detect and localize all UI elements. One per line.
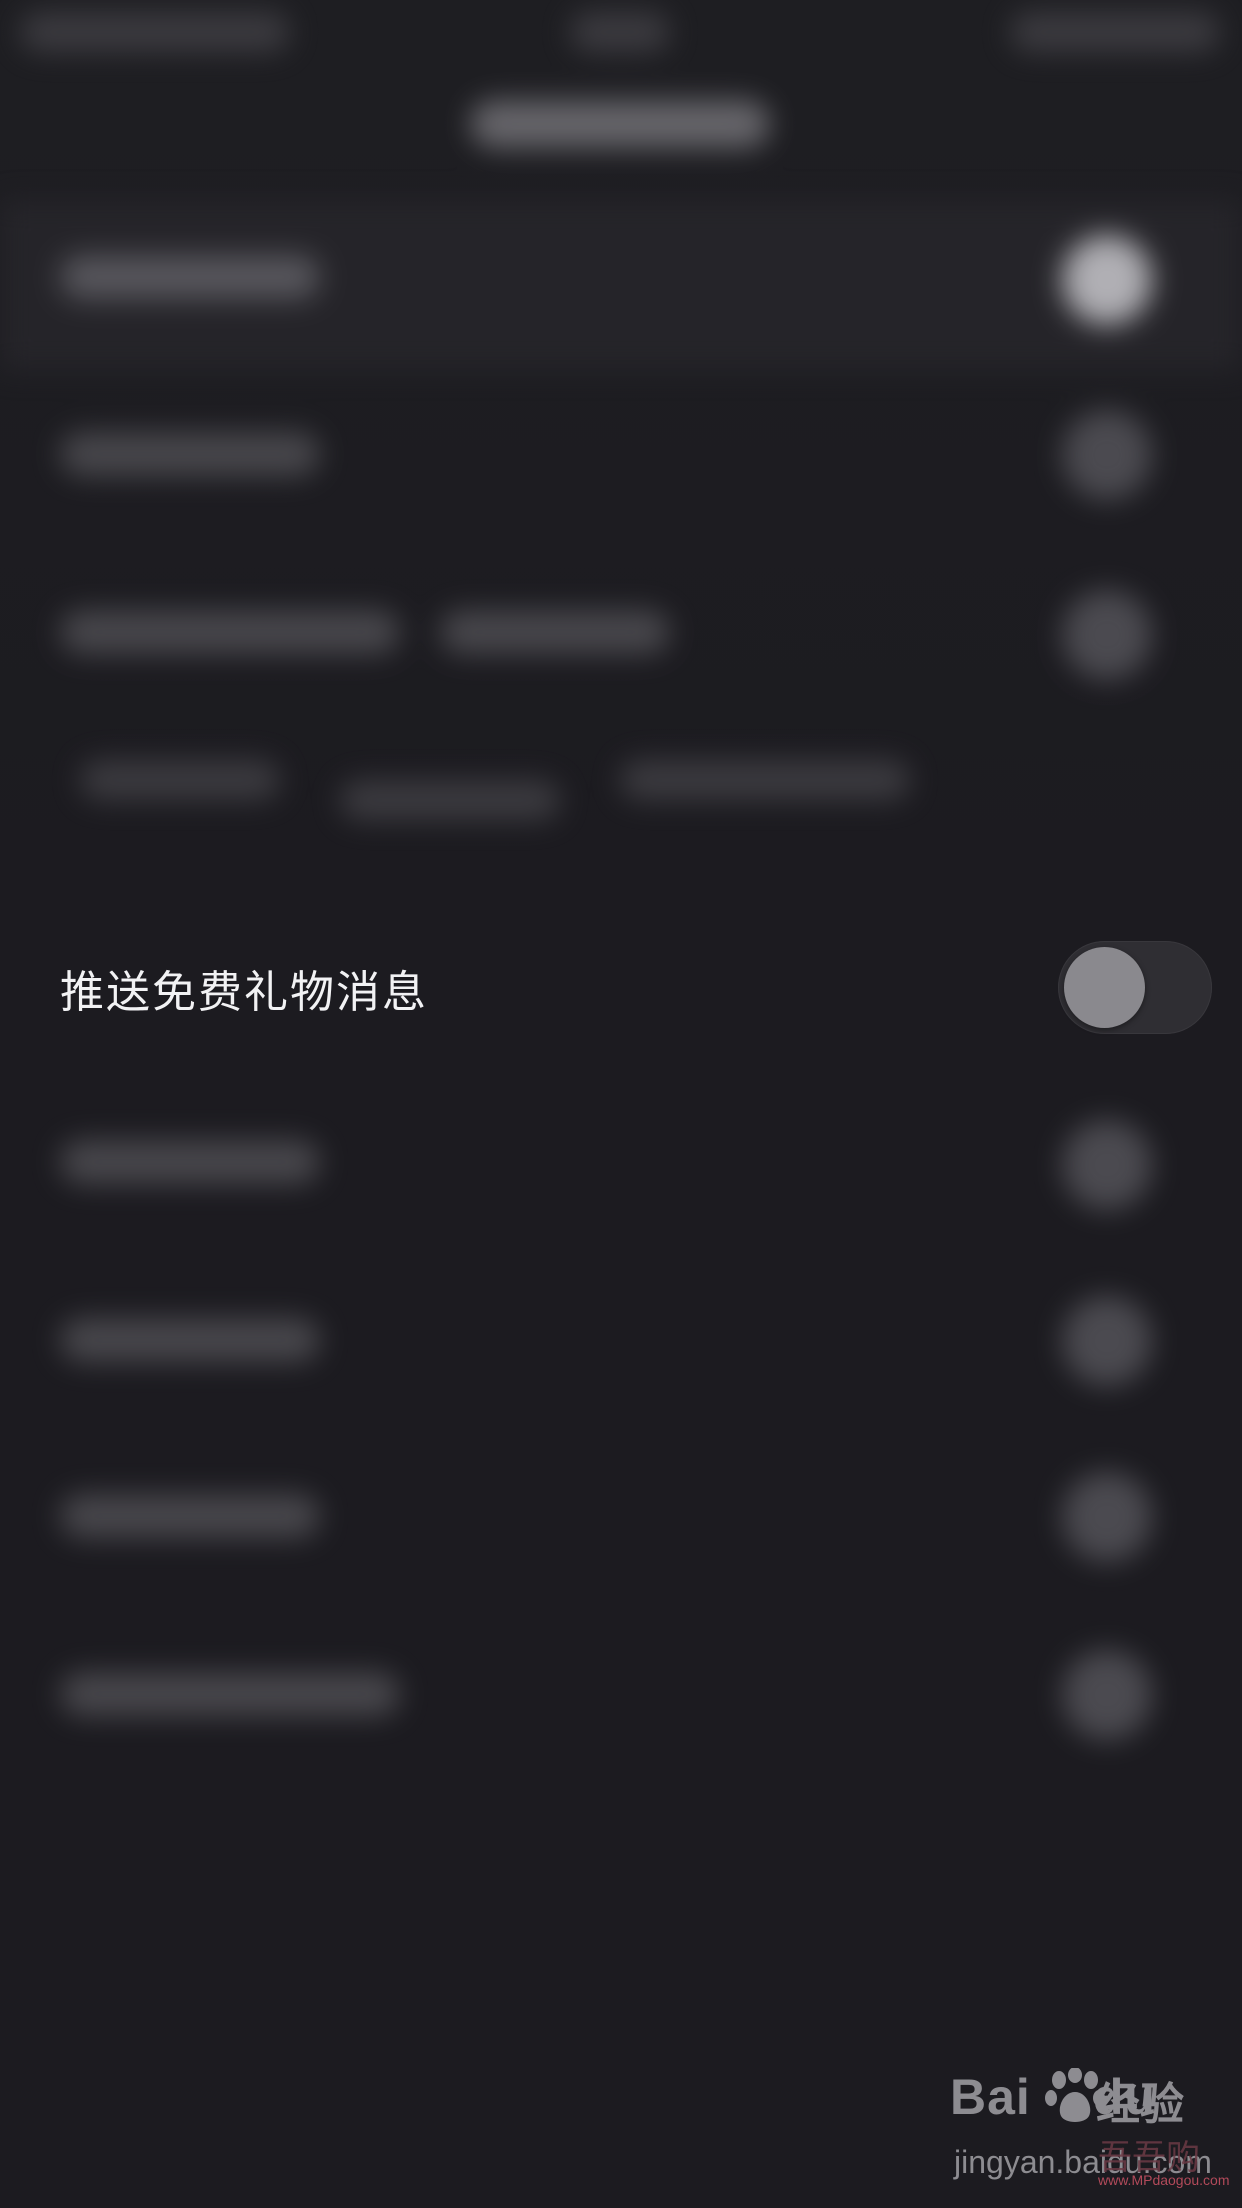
- blurred-row-8-label: [60, 1494, 320, 1538]
- blurred-row-3-label-b: [440, 610, 670, 654]
- blurred-status-center: [570, 12, 670, 52]
- blurred-row-4-chip-1: [80, 760, 280, 800]
- blurred-row-7-toggle: [1062, 1296, 1152, 1386]
- blurred-row-9-label: [60, 1672, 400, 1716]
- settings-screen: 推送免费礼物消息 Bai du 经验 jingyan.baidu.com 吾吾购 …: [0, 0, 1242, 2208]
- blurred-row-1-label: [60, 255, 320, 299]
- blurred-row-7-label: [60, 1318, 320, 1362]
- blurred-row-3-label: [60, 610, 400, 654]
- blurred-row-9-toggle: [1062, 1650, 1152, 1740]
- watermark-brand-suffix: 经验: [1096, 2079, 1184, 2130]
- overlay-watermark-url: www.MPdaogou.com: [1098, 2172, 1230, 2188]
- free-gift-push-toggle[interactable]: [1058, 941, 1212, 1034]
- blurred-row-1-toggle: [1062, 235, 1152, 325]
- setting-label: 推送免费礼物消息: [60, 966, 428, 1018]
- toggle-knob: [1064, 947, 1145, 1028]
- blurred-row-8-toggle: [1062, 1472, 1152, 1562]
- blurred-status-right: [1010, 12, 1220, 52]
- blurred-status-left: [20, 12, 290, 52]
- blurred-row-3-toggle: [1062, 590, 1152, 680]
- blurred-background: [0, 0, 1242, 2208]
- blurred-row-6-toggle: [1062, 1120, 1152, 1210]
- blurred-row-6-label: [60, 1140, 320, 1184]
- blurred-row-4-chip-3: [620, 760, 910, 800]
- blurred-row-2-toggle: [1062, 410, 1152, 500]
- blurred-row-2-label: [60, 432, 320, 476]
- baidu-jingyan-watermark: Bai du 经验 jingyan.baidu.com 吾吾购 www.MPdao…: [950, 2068, 1230, 2188]
- setting-row-free-gift-push: 推送免费礼物消息: [0, 915, 1242, 1060]
- blurred-nav-title: [470, 100, 770, 148]
- blurred-row-4-chip-2: [340, 780, 560, 820]
